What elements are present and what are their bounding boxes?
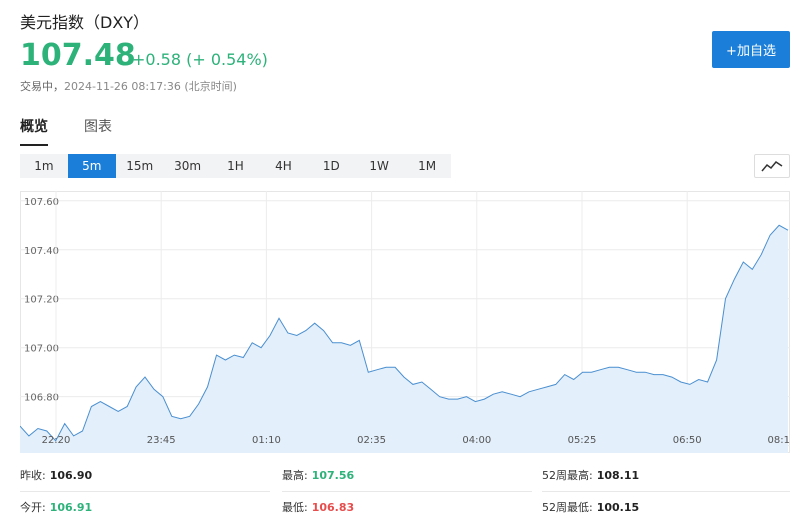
- x-tick-label: 02:35: [357, 435, 386, 446]
- stat-label: 52周最高:: [542, 469, 593, 482]
- stats-row: 昨收: 106.90 最高: 107.56 52周最高: 108.11: [20, 460, 790, 492]
- timeframe-30m[interactable]: 30m: [164, 154, 212, 178]
- stat-value: 106.90: [49, 469, 93, 482]
- y-tick-label: 107.40: [24, 246, 59, 257]
- stat-value: 107.56: [311, 469, 355, 482]
- price-chart: 107.60107.40107.20107.00106.80106.6022:2…: [20, 191, 790, 453]
- current-price: 107.48: [20, 38, 136, 73]
- stat-label: 昨收:: [20, 469, 46, 482]
- stat-value: 108.11: [596, 469, 640, 482]
- tab-chart[interactable]: 图表: [84, 116, 112, 146]
- trading-status: 交易中，2024-11-26 08:17:36 (北京时间): [20, 78, 237, 94]
- x-tick-label: 08:1: [768, 435, 790, 446]
- tab-overview[interactable]: 概览: [20, 116, 48, 146]
- stat-label: 最低:: [282, 501, 308, 514]
- y-tick-label: 106.80: [24, 393, 59, 404]
- stat-label: 52周最低:: [542, 501, 593, 514]
- stat-item: 最低: 106.83: [282, 492, 354, 523]
- x-tick-label: 05:25: [568, 435, 597, 446]
- stat-label: 今开:: [20, 501, 46, 514]
- y-tick-label: 107.00: [24, 344, 59, 355]
- timeframe-15m[interactable]: 15m: [116, 154, 164, 178]
- stats-panel: 昨收: 106.90 最高: 107.56 52周最高: 108.11 今开: 106.91 最…: [20, 460, 790, 523]
- timeframe-1w[interactable]: 1W: [355, 154, 403, 178]
- status-label: 交易中，: [20, 80, 64, 93]
- y-tick-label: 107.60: [24, 197, 59, 208]
- timeframe-5m[interactable]: 5m: [67, 154, 116, 178]
- stat-label: 最高:: [282, 469, 308, 482]
- price-area: [20, 225, 788, 453]
- x-tick-label: 23:45: [147, 435, 176, 446]
- price-change: +0.58 (+ 0.54%): [132, 50, 268, 69]
- stat-item: 最高: 107.56: [282, 460, 354, 492]
- timeframe-1d[interactable]: 1D: [307, 154, 355, 178]
- x-tick-label: 22:20: [42, 435, 71, 446]
- timestamp: 2024-11-26 08:17:36 (北京时间): [64, 80, 237, 93]
- x-tick-label: 04:00: [462, 435, 491, 446]
- stat-value: 100.15: [596, 501, 640, 514]
- chart-type-button[interactable]: [754, 154, 790, 178]
- timeframe-4h[interactable]: 4H: [259, 154, 307, 178]
- stats-row: 今开: 106.91 最低: 106.83 52周最低: 100.15: [20, 492, 790, 523]
- timeframe-1m[interactable]: 1m: [20, 154, 68, 178]
- stat-item: 昨收: 106.90: [20, 460, 92, 492]
- line-chart-icon: [761, 161, 783, 172]
- stat-item: 52周最高: 108.11: [542, 460, 639, 492]
- add-watchlist-button[interactable]: +加自选: [712, 31, 790, 68]
- view-tabs: 概览 图表: [20, 116, 148, 146]
- stat-item: 今开: 106.91: [20, 492, 92, 523]
- y-tick-label: 107.20: [24, 295, 59, 306]
- x-tick-label: 01:10: [252, 435, 281, 446]
- page-title: 美元指数（DXY）: [20, 13, 150, 32]
- stat-item: 52周最低: 100.15: [542, 492, 639, 523]
- price-chart-svg: 107.60107.40107.20107.00106.80106.6022:2…: [20, 191, 790, 453]
- stat-value: 106.83: [311, 501, 355, 514]
- timeframe-selector: 1m 5m 15m 30m 1H 4H 1D 1W 1M: [20, 154, 451, 178]
- stat-value: 106.91: [49, 501, 93, 514]
- x-tick-label: 06:50: [673, 435, 702, 446]
- timeframe-1h[interactable]: 1H: [212, 154, 260, 178]
- timeframe-1mo[interactable]: 1M: [403, 154, 451, 178]
